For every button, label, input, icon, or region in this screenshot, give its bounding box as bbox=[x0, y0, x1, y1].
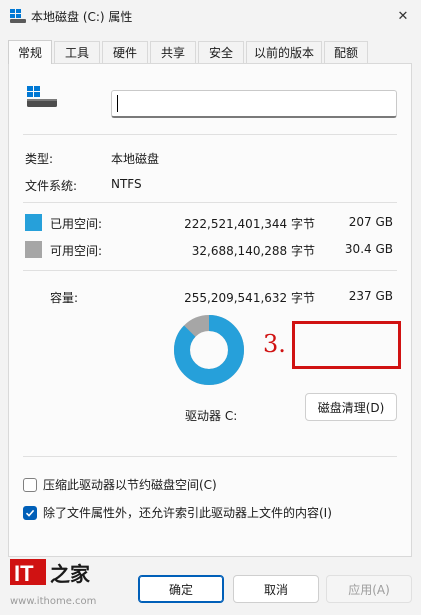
tab-security[interactable]: 安全 bbox=[198, 41, 244, 63]
disk-cleanup-button[interactable]: 磁盘清理(D) bbox=[305, 393, 397, 421]
tab-tools[interactable]: 工具 bbox=[54, 41, 100, 63]
separator bbox=[23, 202, 397, 203]
tab-hardware[interactable]: 硬件 bbox=[102, 41, 148, 63]
general-panel: 类型: 本地磁盘 文件系统: NTFS 已用空间: 222,521,401,34… bbox=[8, 63, 412, 557]
used-space-swatch bbox=[25, 214, 42, 231]
type-label: 类型: bbox=[25, 152, 54, 166]
free-space-swatch bbox=[25, 241, 42, 258]
annotation-step-number: 3. bbox=[263, 330, 286, 358]
separator bbox=[23, 270, 397, 271]
donut-used-ring bbox=[174, 315, 244, 385]
cancel-button[interactable]: 取消 bbox=[233, 575, 319, 603]
compress-option[interactable]: 压缩此驱动器以节约磁盘空间(C) bbox=[23, 476, 217, 493]
capacity-label: 容量: bbox=[50, 291, 79, 305]
ok-button[interactable]: 确定 bbox=[138, 575, 224, 603]
disk-usage-donut bbox=[174, 315, 244, 385]
drive-name-input[interactable] bbox=[111, 90, 397, 118]
used-space-size: 207 GB bbox=[348, 215, 393, 229]
window-title: 本地磁盘 (C:) 属性 bbox=[31, 10, 133, 24]
index-option[interactable]: 除了文件属性外，还允许索引此驱动器上文件的内容(I) bbox=[23, 504, 332, 521]
title-bar: 本地磁盘 (C:) 属性 ✕ bbox=[0, 0, 421, 32]
compress-checkbox[interactable] bbox=[23, 477, 37, 492]
text-caret bbox=[117, 95, 118, 112]
tab-quota[interactable]: 配额 bbox=[324, 41, 368, 63]
type-value: 本地磁盘 bbox=[111, 152, 160, 166]
free-space-bytes: 32,688,140,288 字节 bbox=[191, 244, 315, 258]
used-space-label: 已用空间: bbox=[50, 217, 103, 231]
filesystem-label: 文件系统: bbox=[25, 179, 78, 193]
tab-general[interactable]: 常规 bbox=[8, 40, 52, 64]
close-button[interactable]: ✕ bbox=[388, 2, 418, 30]
separator bbox=[23, 134, 397, 135]
watermark-url: www.ithome.com bbox=[10, 596, 97, 607]
free-space-label: 可用空间: bbox=[50, 244, 103, 258]
close-icon: ✕ bbox=[397, 8, 409, 24]
index-checkbox[interactable] bbox=[23, 505, 37, 520]
tab-previous-versions[interactable]: 以前的版本 bbox=[246, 41, 322, 63]
tab-strip: 常规 工具 硬件 共享 安全 以前的版本 配额 bbox=[8, 40, 368, 64]
separator bbox=[23, 456, 397, 457]
compress-label: 压缩此驱动器以节约磁盘空间(C) bbox=[43, 478, 217, 492]
drive-icon bbox=[10, 9, 26, 23]
drive-letter-label: 驱动器 C: bbox=[185, 409, 238, 423]
svg-text:之家: 之家 bbox=[50, 562, 90, 586]
tab-sharing[interactable]: 共享 bbox=[150, 41, 196, 63]
filesystem-value: NTFS bbox=[111, 177, 142, 191]
svg-text:IT: IT bbox=[14, 561, 34, 586]
annotation-highlight-box bbox=[292, 321, 401, 369]
index-label: 除了文件属性外，还允许索引此驱动器上文件的内容(I) bbox=[43, 506, 332, 520]
used-space-bytes: 222,521,401,344 字节 bbox=[184, 217, 315, 231]
capacity-bytes: 255,209,541,632 字节 bbox=[184, 291, 315, 305]
hard-drive-icon bbox=[27, 86, 57, 107]
capacity-size: 237 GB bbox=[348, 289, 393, 303]
apply-button[interactable]: 应用(A) bbox=[326, 575, 412, 603]
ithome-logo: IT 之家 bbox=[10, 559, 90, 586]
free-space-size: 30.4 GB bbox=[344, 242, 393, 256]
